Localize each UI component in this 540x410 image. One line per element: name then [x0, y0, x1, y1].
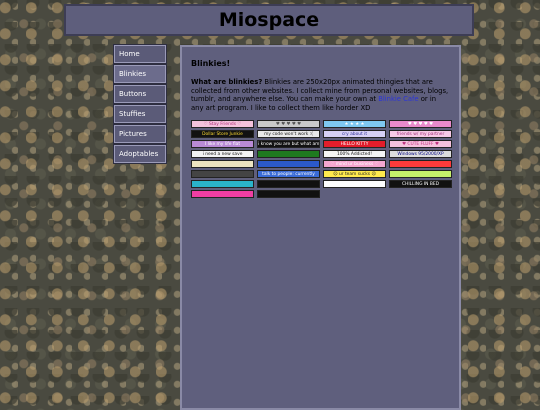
- blinkie-image: [257, 159, 320, 168]
- blinkie-image: ♡ Stay Friends ♡: [191, 119, 254, 128]
- blinkie-image: friends w/ my partner: [389, 129, 452, 138]
- blinkie-image: ♥ CUTE FLUFF ♥: [389, 139, 452, 148]
- blinkie-image: ♡ mind ur business ♡: [323, 159, 386, 168]
- nav-adoptables[interactable]: Adoptables: [113, 144, 167, 164]
- blinkie-image: i know you are but what am i?: [257, 139, 320, 148]
- blinkie-image: Windows 95/2000/XP: [389, 149, 452, 158]
- intro-question: What are blinkies?: [191, 78, 263, 86]
- blinkie-image: HELLO KITTY: [323, 139, 386, 148]
- blinkie-image: [191, 179, 254, 188]
- blinkie-image: [389, 169, 452, 178]
- blinkie-image: ♥ ♥ ♥ ♥ ♥: [257, 119, 320, 128]
- blinkie-image: CHILLING IN BED: [389, 179, 452, 188]
- site-title: Miospace: [218, 9, 320, 31]
- nav-buttons[interactable]: Buttons: [113, 84, 167, 104]
- blinkie-image: ★ ★ ★ ★: [323, 119, 386, 128]
- nav-home[interactable]: Home: [113, 44, 167, 64]
- site-header: Miospace: [64, 4, 474, 36]
- blinkie-image: [191, 189, 254, 198]
- blinkie-image: talk to people: currently: [257, 169, 320, 178]
- blinkie-image: cry about it: [323, 129, 386, 138]
- blinkie-image: I like my life flat: [191, 139, 254, 148]
- sidebar-nav: Home Blinkies Buttons Stuffies Pictures Adopt…: [113, 44, 167, 165]
- blinkie-image: [323, 179, 386, 188]
- blinkie-image: [257, 179, 320, 188]
- main-content: Blinkies! What are blinkies? Blinkies ar…: [180, 45, 461, 410]
- blinkie-grid: ♡ Stay Friends ♡ ♥ ♥ ♥ ♥ ♥ ★ ★ ★ ★ ♥ ♥ ♥ ♥ …: [191, 119, 452, 198]
- blinkie-image: ♥ ♥ ♥ ♥ ♥: [389, 119, 452, 128]
- blinkie-image: ☹ ur team sucks ☹: [323, 169, 386, 178]
- blinkie-image: [257, 189, 320, 198]
- blinkie-image: [191, 159, 254, 168]
- blinkie-image: [389, 159, 452, 168]
- blinkie-image: Dollar Store Junkie: [191, 129, 254, 138]
- blinkie-image: [191, 169, 254, 178]
- intro-paragraph: What are blinkies? Blinkies are 250x20px…: [191, 78, 450, 113]
- blinkie-image: 100% Addicted!: [323, 149, 386, 158]
- blinkie-cafe-link[interactable]: Blinkie Cafe: [378, 95, 418, 103]
- blinkie-image: i need a new save: [191, 149, 254, 158]
- nav-stuffies[interactable]: Stuffies: [113, 104, 167, 124]
- nav-blinkies[interactable]: Blinkies: [113, 64, 167, 84]
- page-title: Blinkies!: [191, 59, 231, 68]
- nav-pictures[interactable]: Pictures: [113, 124, 167, 144]
- blinkie-image: [257, 149, 320, 158]
- blinkie-image: my code won't work :(: [257, 129, 320, 138]
